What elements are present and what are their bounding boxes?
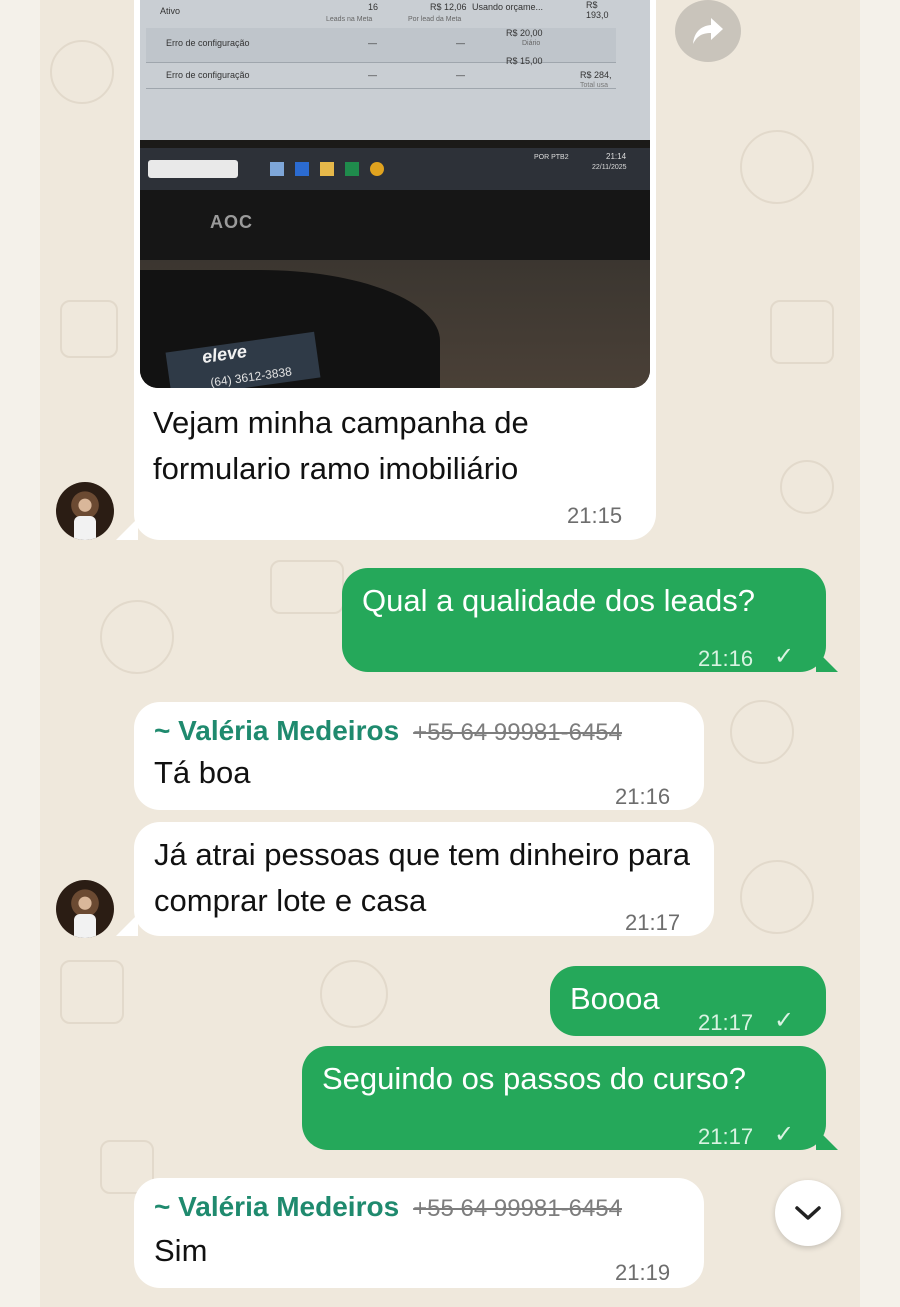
- message-bubble[interactable]: ~ Valéria Medeiros +55 64 99981-6454 Tá b…: [134, 702, 704, 810]
- chrome-icon: [370, 162, 384, 176]
- chat-area[interactable]: Ativo 16 Leads na Meta R$ 12,06 Por lead…: [40, 0, 860, 1307]
- folder-icon: [320, 162, 334, 176]
- sheet-row: Erro de configuração — — R$ 15,00: [146, 56, 616, 89]
- sender-line: ~ Valéria Medeiros +55 64 99981-6454: [154, 710, 622, 753]
- message-time: 21:17: [698, 1010, 754, 1035]
- total-value: R$ 284,: [580, 70, 612, 80]
- wallpaper-doodle: [60, 300, 118, 358]
- message-time: 21:16: [698, 646, 754, 671]
- app-icon: [270, 162, 284, 176]
- message-bubble[interactable]: Boooa 21:17 ✓: [550, 966, 826, 1036]
- total-caption: Total usa: [580, 82, 609, 89]
- taskbar-search: [148, 160, 238, 178]
- message-text: Já atrai pessoas que tem dinheiro para c…: [154, 837, 690, 918]
- wallpaper-doodle: [100, 600, 174, 674]
- message-text: Boooa: [570, 981, 660, 1016]
- check-icon: ✓: [774, 1121, 795, 1148]
- wallpaper-doodle: [320, 960, 388, 1028]
- message-text: Seguindo os passos do curso?: [322, 1061, 746, 1096]
- sheet-row: Erro de configuração — — R$ 20,00 Diário: [146, 28, 616, 63]
- message-time: 21:19: [615, 1260, 671, 1285]
- word-icon: [295, 162, 309, 176]
- bubble-tail: [116, 518, 138, 540]
- sender-name[interactable]: ~ Valéria Medeiros: [154, 715, 399, 746]
- wallpaper-doodle: [50, 40, 114, 104]
- message-time: 21:15: [567, 503, 623, 528]
- message-bubble[interactable]: Já atrai pessoas que tem dinheiro para c…: [134, 822, 714, 936]
- sender-phone: +55 64 99981-6454: [413, 1195, 623, 1222]
- chevron-down-icon: [795, 1206, 821, 1220]
- scroll-to-bottom-button[interactable]: [775, 1180, 841, 1246]
- monitor-brand: AOC: [210, 212, 253, 232]
- message-text: Tá boa: [154, 755, 251, 790]
- message-bubble[interactable]: Qual a qualidade dos leads? 21:16 ✓: [342, 568, 826, 672]
- taskbar: POR PTB2 21:14 22/11/2025: [140, 148, 650, 190]
- message-text: Vejam minha campanha de formulario ramo …: [153, 405, 529, 486]
- tray-time: 21:14: [606, 152, 627, 161]
- message-time: 21:17: [698, 1124, 754, 1149]
- avatar[interactable]: [56, 880, 114, 938]
- sender-phone: +55 64 99981-6454: [413, 719, 623, 746]
- tray-language: POR PTB2: [534, 154, 569, 161]
- tray-date: 22/11/2025: [592, 164, 627, 171]
- message-bubble[interactable]: ~ Valéria Medeiros +55 64 99981-6454 Sim …: [134, 1178, 704, 1288]
- sender-line: ~ Valéria Medeiros +55 64 99981-6454: [154, 1186, 622, 1229]
- check-icon: ✓: [774, 1007, 795, 1034]
- wallpaper-doodle: [270, 560, 344, 614]
- wallpaper-doodle: [770, 300, 834, 364]
- wallpaper-doodle: [60, 960, 124, 1024]
- wallpaper-doodle: [730, 700, 794, 764]
- message-text: Sim: [154, 1233, 208, 1268]
- sender-name[interactable]: ~ Valéria Medeiros: [154, 1191, 399, 1222]
- wallpaper-doodle: [740, 860, 814, 934]
- bubble-tail: [116, 914, 138, 936]
- message-text: Qual a qualidade dos leads?: [362, 583, 755, 618]
- message-time: 21:17: [625, 910, 681, 935]
- sheet-row: Ativo 16 Leads na Meta R$ 12,06 Por lead…: [146, 0, 616, 29]
- excel-icon: [345, 162, 359, 176]
- forward-button[interactable]: [675, 0, 741, 62]
- wallpaper-doodle: [740, 130, 814, 204]
- bubble-tail: [816, 1128, 838, 1150]
- photo-attachment[interactable]: Ativo 16 Leads na Meta R$ 12,06 Por lead…: [140, 0, 650, 388]
- bubble-tail: [816, 650, 838, 672]
- monitor-screen: Ativo 16 Leads na Meta R$ 12,06 Por lead…: [140, 0, 650, 140]
- message-time: 21:16: [615, 784, 671, 809]
- avatar[interactable]: [56, 482, 114, 540]
- forward-arrow-icon: [693, 18, 723, 44]
- message-bubble[interactable]: Seguindo os passos do curso? 21:17 ✓: [302, 1046, 826, 1150]
- wallpaper-doodle: [780, 460, 834, 514]
- check-icon: ✓: [774, 643, 795, 670]
